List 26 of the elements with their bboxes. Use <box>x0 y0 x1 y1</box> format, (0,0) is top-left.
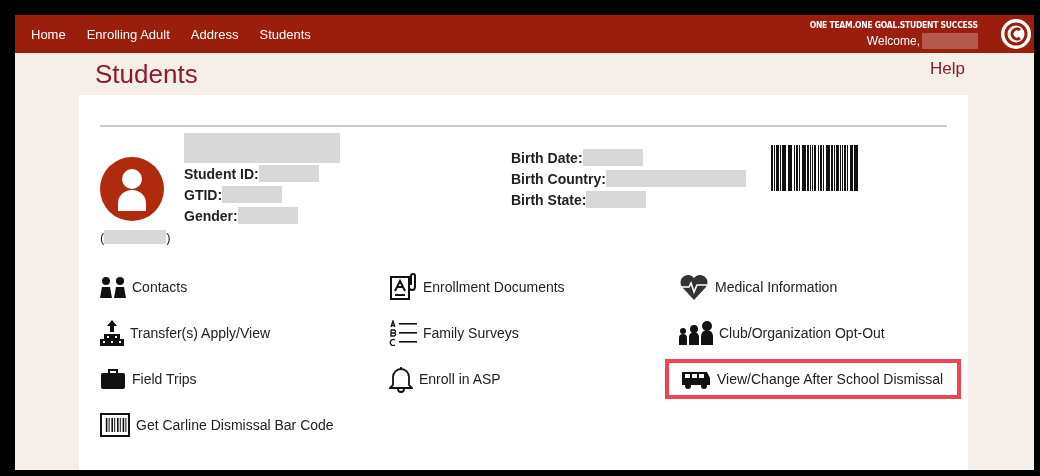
field-label: GTID: <box>184 186 223 203</box>
paren-text: ( <box>100 229 105 245</box>
help-link[interactable]: Help <box>930 59 965 95</box>
field-label: Gender: <box>184 207 238 224</box>
field-label: Birth Date: <box>511 149 583 166</box>
menu-link[interactable]: Field Trips <box>100 364 197 394</box>
field-label: Birth Country: <box>511 170 606 187</box>
nav-link[interactable]: Address <box>190 26 239 42</box>
menu-link[interactable]: Club/Organization Opt-Out <box>679 317 885 349</box>
menu-link[interactable]: Family Surveys <box>389 316 519 350</box>
nav-link[interactable]: Enrolling Adult <box>86 26 170 42</box>
menu-link[interactable]: Transfer(s) Apply/View <box>100 316 271 350</box>
field-label: Student ID: <box>184 165 259 182</box>
menu-link[interactable]: View/Change After School Dismissal <box>669 363 958 395</box>
nav-link[interactable]: Home <box>31 26 66 42</box>
paren-text: ) <box>166 229 171 245</box>
welcome-text: Welcome, <box>866 33 920 48</box>
page-title: Students <box>95 59 198 91</box>
menu-link[interactable]: Enrollment Documents <box>389 269 565 305</box>
menu-link[interactable]: Get Carline Dismissal Bar Code <box>100 409 334 441</box>
menu-link[interactable]: Contacts <box>100 272 188 302</box>
tagline: ONE TEAM.ONE GOAL.STUDENT SUCCESS <box>810 19 978 30</box>
nav-link[interactable]: Students <box>259 26 311 42</box>
menu-link[interactable]: Medical Information <box>679 269 838 305</box>
field-label: Birth State: <box>511 191 587 208</box>
menu-link[interactable]: Enroll in ASP <box>389 361 501 397</box>
